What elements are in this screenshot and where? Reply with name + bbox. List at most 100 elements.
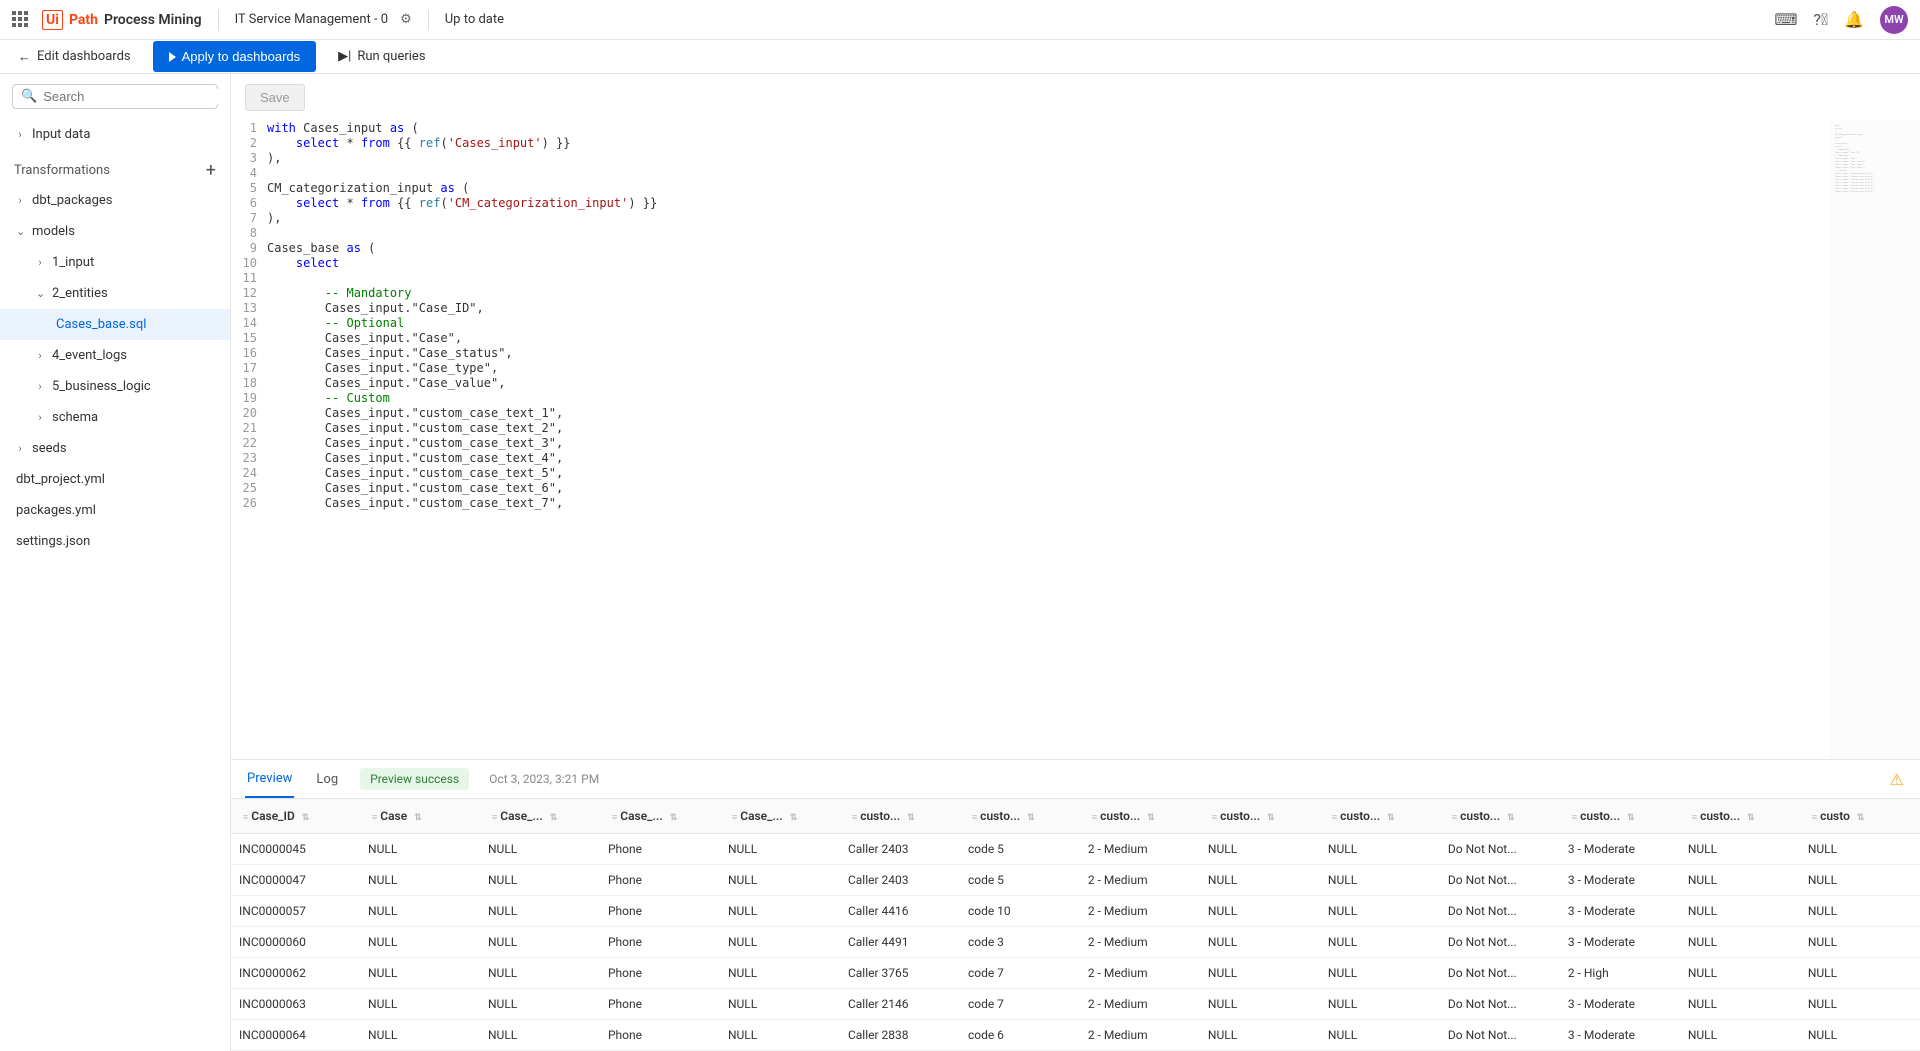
table-cell: NULL <box>1800 989 1920 1020</box>
table-cell: Phone <box>600 865 720 896</box>
table-row[interactable]: INC0000062NULLNULLPhoneNULLCaller 3765co… <box>231 958 1920 989</box>
column-header[interactable]: ≡ Case_... ⇅ <box>720 799 840 834</box>
tree-2-entities[interactable]: ⌄2_entities <box>0 278 230 309</box>
table-row[interactable]: INC0000047NULLNULLPhoneNULLCaller 2403co… <box>231 865 1920 896</box>
column-header[interactable]: ≡ custo... ⇅ <box>1080 799 1200 834</box>
column-header[interactable]: ≡ Case_... ⇅ <box>480 799 600 834</box>
sync-status: Up to date <box>445 12 504 27</box>
column-header[interactable]: ≡ custo... ⇅ <box>960 799 1080 834</box>
column-header[interactable]: ≡ custo... ⇅ <box>840 799 960 834</box>
table-cell: code 7 <box>960 958 1080 989</box>
edit-dashboards-button[interactable]: ← Edit dashboards <box>8 43 141 71</box>
tree-label: 1_input <box>52 255 94 270</box>
avatar[interactable]: MW <box>1880 6 1908 34</box>
table-cell: NULL <box>1680 989 1800 1020</box>
column-header[interactable]: ≡ custo... ⇅ <box>1440 799 1560 834</box>
table-cell: 2 - Medium <box>1080 1020 1200 1051</box>
warning-icon[interactable]: ⚠ <box>1890 770 1904 789</box>
tree-settings-json[interactable]: settings.json <box>0 526 230 557</box>
table-cell: 3 - Moderate <box>1560 989 1680 1020</box>
preview-table-wrap[interactable]: ≡ Case_ID ⇅≡ Case ⇅≡ Case_... ⇅≡ Case_..… <box>231 799 1920 1051</box>
table-cell: NULL <box>1320 896 1440 927</box>
table-cell: Do Not Not... <box>1440 989 1560 1020</box>
minimap[interactable]: with select),CM_categorization_input sel… <box>1830 121 1920 759</box>
table-cell: NULL <box>720 865 840 896</box>
column-header[interactable]: ≡ Case ⇅ <box>360 799 480 834</box>
table-cell: NULL <box>720 834 840 865</box>
tree-label: dbt_project.yml <box>16 472 105 487</box>
table-row[interactable]: INC0000045NULLNULLPhoneNULLCaller 2403co… <box>231 834 1920 865</box>
chevron-right-icon: › <box>36 349 44 362</box>
keyboard-icon[interactable]: ⌨ <box>1774 10 1797 29</box>
apply-to-dashboards-button[interactable]: Apply to dashboards <box>153 41 317 72</box>
edit-dashboards-label: Edit dashboards <box>37 49 131 64</box>
column-header[interactable]: ≡ Case_ID ⇅ <box>231 799 360 834</box>
table-cell: NULL <box>480 958 600 989</box>
apps-icon[interactable] <box>12 11 30 29</box>
help-icon[interactable]: ?⃝ <box>1813 10 1828 29</box>
tree-packages-yml[interactable]: packages.yml <box>0 495 230 526</box>
tree-models[interactable]: ⌄models <box>0 216 230 247</box>
table-cell: NULL <box>1200 927 1320 958</box>
table-cell: NULL <box>360 989 480 1020</box>
table-cell: Phone <box>600 896 720 927</box>
add-icon[interactable]: + <box>206 160 216 181</box>
column-header[interactable]: ≡ custo... ⇅ <box>1200 799 1320 834</box>
table-cell: NULL <box>1320 958 1440 989</box>
table-cell: INC0000060 <box>231 927 360 958</box>
table-cell: NULL <box>1800 927 1920 958</box>
tree-schema[interactable]: ›schema <box>0 402 230 433</box>
table-cell: Caller 4416 <box>840 896 960 927</box>
tree-dbt-packages[interactable]: ›dbt_packages <box>0 185 230 216</box>
table-cell: NULL <box>480 865 600 896</box>
top-header: Ui Path Process Mining IT Service Manage… <box>0 0 1920 40</box>
column-header[interactable]: ≡ Case_... ⇅ <box>600 799 720 834</box>
table-cell: 2 - Medium <box>1080 865 1200 896</box>
column-header[interactable]: ≡ custo ⇅ <box>1800 799 1920 834</box>
table-cell: INC0000064 <box>231 1020 360 1051</box>
search-input-wrap[interactable]: 🔍 <box>12 84 218 109</box>
tree-label: 5_business_logic <box>52 379 151 394</box>
tree-4-event-logs[interactable]: ›4_event_logs <box>0 340 230 371</box>
preview-table: ≡ Case_ID ⇅≡ Case ⇅≡ Case_... ⇅≡ Case_..… <box>231 799 1920 1051</box>
table-cell: NULL <box>720 989 840 1020</box>
tree-cases-base-sql[interactable]: Cases_base.sql <box>0 309 230 340</box>
column-header[interactable]: ≡ custo... ⇅ <box>1680 799 1800 834</box>
table-cell: INC0000062 <box>231 958 360 989</box>
tree-seeds[interactable]: ›seeds <box>0 433 230 464</box>
table-cell: NULL <box>1320 865 1440 896</box>
table-row[interactable]: INC0000057NULLNULLPhoneNULLCaller 4416co… <box>231 896 1920 927</box>
table-cell: 2 - Medium <box>1080 834 1200 865</box>
save-button[interactable]: Save <box>245 84 305 111</box>
table-cell: Do Not Not... <box>1440 865 1560 896</box>
table-cell: code 10 <box>960 896 1080 927</box>
transformations-label: Transformations <box>14 163 110 178</box>
table-cell: NULL <box>720 1020 840 1051</box>
table-cell: 3 - Moderate <box>1560 834 1680 865</box>
chevron-right-icon: › <box>36 256 44 269</box>
sidebar-item-input-data[interactable]: ›Input data <box>0 119 230 150</box>
line-gutter: 1234567891011121314151617181920212223242… <box>231 121 267 759</box>
run-queries-button[interactable]: ▶| Run queries <box>328 43 435 70</box>
table-row[interactable]: INC0000064NULLNULLPhoneNULLCaller 2838co… <box>231 1020 1920 1051</box>
tree-dbt-project-yml[interactable]: dbt_project.yml <box>0 464 230 495</box>
column-header[interactable]: ≡ custo... ⇅ <box>1560 799 1680 834</box>
tab-log[interactable]: Log <box>314 762 340 797</box>
tree-5-business-logic[interactable]: ›5_business_logic <box>0 371 230 402</box>
code-editor[interactable]: 1234567891011121314151617181920212223242… <box>231 121 1830 759</box>
column-header[interactable]: ≡ custo... ⇅ <box>1320 799 1440 834</box>
table-row[interactable]: INC0000063NULLNULLPhoneNULLCaller 2146co… <box>231 989 1920 1020</box>
table-cell: 2 - Medium <box>1080 927 1200 958</box>
toolbar: ← Edit dashboards Apply to dashboards ▶|… <box>0 40 1920 74</box>
table-cell: NULL <box>720 958 840 989</box>
bell-icon[interactable]: 🔔 <box>1844 10 1864 29</box>
sidebar-label: Input data <box>32 127 90 142</box>
table-cell: NULL <box>1320 1020 1440 1051</box>
search-input[interactable] <box>43 89 219 104</box>
tree-1-input[interactable]: › 1_input <box>0 247 230 278</box>
chevron-right-icon: › <box>16 194 24 207</box>
table-row[interactable]: INC0000060NULLNULLPhoneNULLCaller 4491co… <box>231 927 1920 958</box>
code-area[interactable]: with Cases_input as ( select * from {{ r… <box>267 121 1830 759</box>
gear-icon[interactable]: ⚙ <box>400 12 412 27</box>
tab-preview[interactable]: Preview <box>245 761 294 798</box>
